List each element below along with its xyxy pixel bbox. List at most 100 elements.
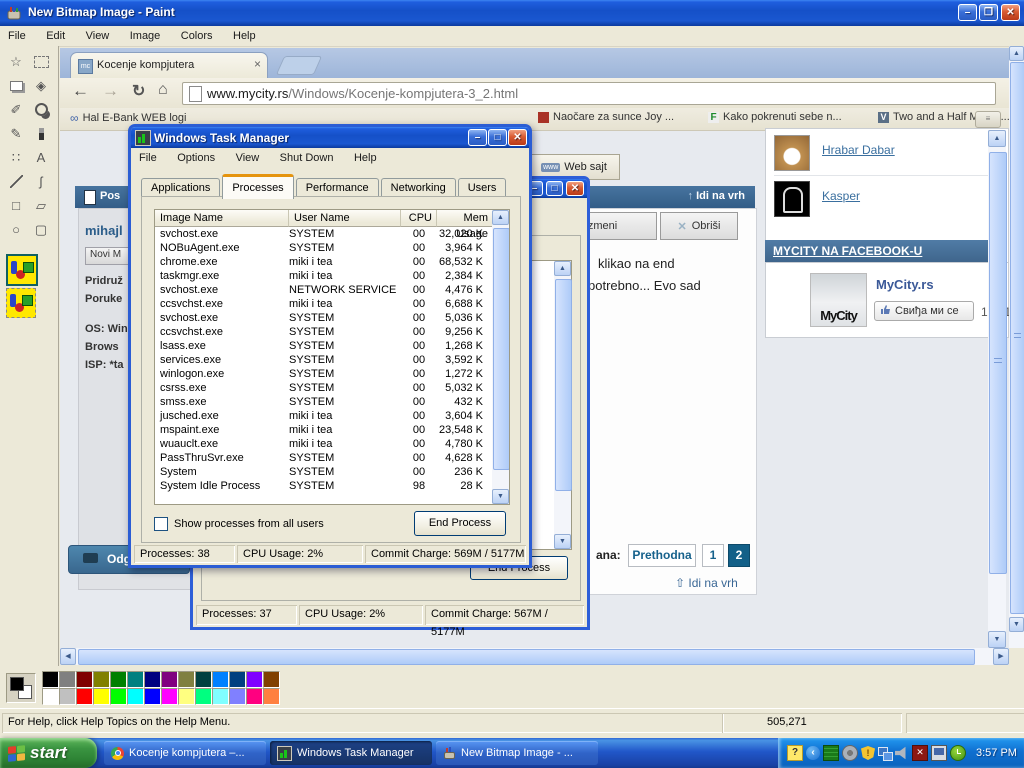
menu-image[interactable]: Image bbox=[122, 27, 169, 45]
palette-swatch[interactable] bbox=[178, 688, 195, 705]
process-list-scrollbar[interactable]: ▲ ▼ bbox=[492, 210, 509, 504]
show-all-users-checkbox[interactable] bbox=[154, 517, 168, 531]
text-tool[interactable]: A bbox=[29, 146, 53, 169]
paint-hscroll-thumb[interactable] bbox=[78, 649, 975, 665]
process-row[interactable]: chrome.exe miki i tea 00 68,532 K bbox=[155, 255, 492, 269]
facebook-header[interactable]: MYCITY NA FACEBOOK-U bbox=[765, 240, 1007, 262]
back-icon[interactable]: ← bbox=[72, 81, 89, 101]
tab-users[interactable]: Users bbox=[457, 178, 507, 198]
new-tab-button[interactable] bbox=[275, 56, 323, 75]
list-scroll-thumb[interactable] bbox=[493, 228, 509, 470]
tm-close-button[interactable]: ✕ bbox=[508, 129, 527, 146]
palette-swatch[interactable] bbox=[93, 671, 110, 688]
scroll-down-arrow[interactable]: ▼ bbox=[988, 631, 1006, 648]
member-avatar-hamster[interactable] bbox=[774, 135, 810, 171]
reload-icon[interactable]: ↻ bbox=[132, 81, 145, 101]
collapse-chevron-icon[interactable]: ‹ bbox=[806, 746, 820, 760]
red-status-icon[interactable]: ✕ bbox=[912, 745, 928, 761]
tab-performance[interactable]: Performance bbox=[295, 178, 379, 198]
paint-vscroll-down[interactable]: ▼ bbox=[1009, 617, 1024, 632]
palette-swatch[interactable] bbox=[144, 688, 161, 705]
tm-maximize-button[interactable]: □ bbox=[488, 129, 507, 146]
palette-swatch[interactable] bbox=[161, 688, 178, 705]
menu-file[interactable]: File bbox=[0, 27, 34, 45]
paint-vscroll-up[interactable]: ▲ bbox=[1009, 46, 1024, 61]
scroll-thumb[interactable] bbox=[989, 152, 1007, 574]
speaker-icon[interactable] bbox=[895, 746, 906, 760]
magnifier-tool[interactable] bbox=[29, 98, 53, 121]
menu-colors[interactable]: Colors bbox=[173, 27, 221, 45]
palette-swatch[interactable] bbox=[178, 671, 195, 688]
monitor-icon[interactable] bbox=[931, 745, 947, 761]
process-row[interactable]: svchost.exe SYSTEM 00 5,036 K bbox=[155, 311, 492, 325]
scroll-up-arrow[interactable]: ▲ bbox=[988, 130, 1006, 147]
menu-help[interactable]: Help bbox=[225, 27, 264, 45]
process-row[interactable]: jusched.exe miki i tea 00 3,604 K bbox=[155, 409, 492, 423]
palette-swatch[interactable] bbox=[161, 671, 178, 688]
brush-tool[interactable] bbox=[29, 122, 53, 145]
process-row[interactable]: taskmgr.exe miki i tea 00 2,384 K bbox=[155, 269, 492, 283]
polygon-tool[interactable]: ▱ bbox=[29, 194, 53, 217]
palette-swatch[interactable] bbox=[144, 671, 161, 688]
list-scroll-down[interactable]: ▼ bbox=[492, 489, 509, 504]
paint-horizontal-scrollbar[interactable]: ◀ ▶ bbox=[60, 648, 1009, 665]
palette-swatch[interactable] bbox=[229, 671, 246, 688]
select-tool[interactable] bbox=[29, 50, 53, 73]
end-process-button[interactable]: End Process bbox=[414, 511, 506, 536]
palette-swatch[interactable] bbox=[263, 671, 280, 688]
palette-swatch[interactable] bbox=[59, 688, 76, 705]
paint-hscroll-right[interactable]: ▶ bbox=[993, 648, 1009, 665]
taskbar-task-paint[interactable]: New Bitmap Image - ... bbox=[436, 741, 598, 765]
palette-swatch[interactable] bbox=[263, 688, 280, 705]
col-image-name[interactable]: Image Name bbox=[155, 210, 289, 227]
paint-close-button[interactable]: ✕ bbox=[1001, 4, 1020, 21]
palette-swatch[interactable] bbox=[246, 688, 263, 705]
tool-option-opaque-icon[interactable] bbox=[6, 254, 38, 286]
paint-hscroll-left[interactable]: ◀ bbox=[60, 648, 76, 665]
taskbar-task-chrome[interactable]: Kocenje kompjutera –... bbox=[104, 741, 266, 765]
paint-vertical-scrollbar[interactable]: ▲ ▼ bbox=[1009, 46, 1024, 648]
process-row[interactable]: System Idle Process SYSTEM 98 28 K bbox=[155, 479, 492, 493]
bookmark-item[interactable]: ∞ Hal E-Bank WEB logi bbox=[70, 111, 200, 125]
question-mark-icon[interactable]: ? bbox=[787, 745, 803, 761]
palette-swatch[interactable] bbox=[195, 688, 212, 705]
process-row[interactable]: services.exe SYSTEM 00 3,592 K bbox=[155, 353, 492, 367]
volume-icon[interactable] bbox=[842, 745, 858, 761]
update-clock-icon[interactable] bbox=[950, 745, 966, 761]
pencil-tool[interactable]: ✎ bbox=[4, 122, 28, 145]
col-cpu[interactable]: CPU bbox=[401, 210, 437, 227]
network-icon[interactable] bbox=[878, 746, 893, 761]
taskbar-task-taskmanager[interactable]: Windows Task Manager bbox=[270, 741, 432, 765]
palette-swatch[interactable] bbox=[42, 688, 59, 705]
pagination-page-2-current[interactable]: 2 bbox=[728, 544, 750, 567]
process-row[interactable]: smss.exe SYSTEM 00 432 K bbox=[155, 395, 492, 409]
page-vertical-scrollbar[interactable]: ▲ ▼ bbox=[988, 130, 1007, 648]
tab-processes[interactable]: Processes bbox=[222, 174, 294, 199]
tab-close-icon[interactable]: × bbox=[254, 57, 261, 71]
bookmark-item[interactable]: V Two and a Half Men - ... bbox=[878, 111, 1024, 123]
browser-tab[interactable]: mc Kocenje kompjutera × bbox=[70, 52, 268, 79]
palette-swatch[interactable] bbox=[229, 688, 246, 705]
process-row[interactable]: lsass.exe SYSTEM 00 1,268 K bbox=[155, 339, 492, 353]
airbrush-tool[interactable]: ∷ bbox=[4, 146, 28, 169]
palette-swatch[interactable] bbox=[195, 671, 212, 688]
pagination-prev-button[interactable]: Prethodna bbox=[628, 544, 696, 567]
process-row[interactable]: mspaint.exe miki i tea 00 23,548 K bbox=[155, 423, 492, 437]
tm-menu-help[interactable]: Help bbox=[346, 149, 385, 167]
palette-swatch[interactable] bbox=[76, 671, 93, 688]
tm-menu-shutdown[interactable]: Shut Down bbox=[272, 149, 342, 167]
paint-minimize-button[interactable]: – bbox=[958, 4, 977, 21]
tm-menu-options[interactable]: Options bbox=[169, 149, 223, 167]
process-row[interactable]: NOBuAgent.exe SYSTEM 00 3,964 K bbox=[155, 241, 492, 255]
palette-swatch[interactable] bbox=[127, 688, 144, 705]
menu-edit[interactable]: Edit bbox=[38, 27, 73, 45]
palette-swatch[interactable] bbox=[42, 671, 59, 688]
shield-icon[interactable]: ! bbox=[861, 746, 875, 760]
rectangle-tool[interactable]: □ bbox=[4, 194, 28, 217]
process-row[interactable]: ccsvchst.exe miki i tea 00 6,688 K bbox=[155, 297, 492, 311]
ellipse-tool[interactable]: ○ bbox=[4, 218, 28, 241]
go-top-bottom-link[interactable]: ⇧ Idi na vrh bbox=[675, 576, 738, 590]
col-user-name[interactable]: User Name bbox=[289, 210, 401, 227]
process-row[interactable]: ccsvchst.exe SYSTEM 00 9,256 K bbox=[155, 325, 492, 339]
obrisi-button[interactable]: ✕ Obriši bbox=[660, 212, 738, 240]
